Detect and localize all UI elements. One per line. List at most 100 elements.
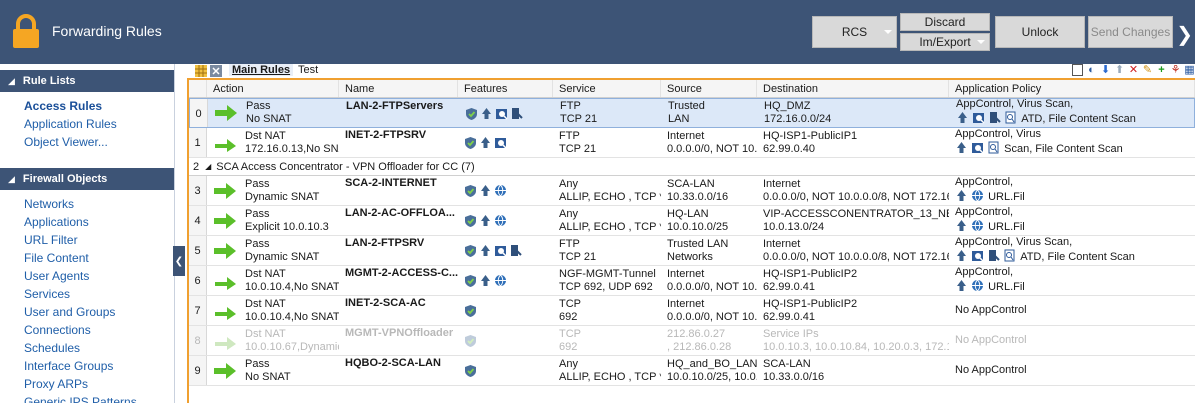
grid-icon[interactable] <box>195 65 207 77</box>
shield-check-icon <box>465 305 476 317</box>
source-networks: , 212.86.0.28 <box>667 340 732 353</box>
tab-main-rules[interactable]: Main Rules <box>229 64 294 76</box>
sidebar-item-connections[interactable]: Connections <box>0 321 174 339</box>
table-row[interactable]: 6 Dst NAT 10.0.10.4,No SNAT MGMT-2-ACCES… <box>189 266 1195 296</box>
sidebar-item-access-rules[interactable]: Access Rules <box>0 97 174 115</box>
action-arrow-icon <box>214 242 236 259</box>
grid-header-row: Action Name Features Service Source Dest… <box>189 80 1195 98</box>
sidebar-item-application-rules[interactable]: Application Rules <box>0 115 174 133</box>
sidebar-item-generic-ips-patterns[interactable]: Generic IPS Patterns <box>0 393 174 403</box>
imexport-dropdown-icon[interactable] <box>977 40 985 44</box>
action-nat: 10.0.10.67,Dynamic... <box>245 340 339 353</box>
service-ports: 692 <box>559 340 578 353</box>
group-label: SCA Access Concentrator - VPN Offloader … <box>216 160 475 173</box>
table-row[interactable]: 5 Pass Dynamic SNAT LAN-2-FTPSRV FTP TCP… <box>189 236 1195 266</box>
table-row[interactable]: 8 Dst NAT 10.0.10.67,Dynamic... MGMT-VPN… <box>189 326 1195 356</box>
rcs-dropdown-icon[interactable] <box>884 30 892 34</box>
header-name[interactable]: Name <box>339 80 458 97</box>
group-row[interactable]: 2 ◢ SCA Access Concentrator - VPN Offloa… <box>189 158 1195 176</box>
application-policy-cell: AppControl, URL.Fil <box>949 176 1189 205</box>
edit-icon[interactable]: ✎ <box>1142 64 1153 76</box>
imexport-label: Im/Export <box>919 35 971 49</box>
sidebar-item-services[interactable]: Services <box>0 285 174 303</box>
sidebar-item-schedules[interactable]: Schedules <box>0 339 174 357</box>
header-application-policy[interactable]: Application Policy <box>949 80 1195 97</box>
action-arrow-icon <box>214 182 236 199</box>
table-row[interactable]: 1 Dst NAT 172.16.0.13,No SNAT INET-2-FTP… <box>189 128 1195 158</box>
table-row[interactable]: 7 Dst NAT 10.0.10.4,No SNAT INET-2-SCA-A… <box>189 296 1195 326</box>
ips-icon <box>957 189 966 201</box>
action-cell: Pass No SNAT <box>208 99 340 127</box>
rule-tools-icon[interactable]: ⚘ <box>1170 64 1181 76</box>
service-ports: TCP 21 <box>559 250 597 263</box>
sidebar-item-object-viewer[interactable]: Object Viewer... <box>0 133 174 151</box>
action-nat: Dynamic SNAT <box>245 250 320 263</box>
send-changes-button[interactable]: Send Changes <box>1088 16 1173 48</box>
sidebar-item-proxy-arps[interactable]: Proxy ARPs <box>0 375 174 393</box>
rule-name: LAN-2-FTPSRV <box>345 237 425 249</box>
header-source[interactable]: Source <box>661 80 757 97</box>
table-row[interactable]: 9 Pass No SNAT HQBO-2-SCA-LAN Any ALLIP,… <box>189 356 1195 386</box>
close-icon[interactable] <box>210 65 222 77</box>
row-index: 4 <box>189 206 207 235</box>
sidebar-item-file-content[interactable]: File Content <box>0 249 174 267</box>
sidebar-collapse-icon[interactable]: ❮ <box>173 246 185 276</box>
list-view-icon[interactable] <box>1072 64 1083 76</box>
row-index: 9 <box>189 356 207 385</box>
source-cell: SCA-LAN 10.33.0.0/16 <box>661 176 757 205</box>
destination-networks: 10.0.10.3, 10.0.10.84, 10.20.0.3, 172.16… <box>763 340 949 353</box>
header-features[interactable]: Features <box>458 80 553 97</box>
columns-icon[interactable]: ▦ <box>1184 64 1195 76</box>
discard-button[interactable]: Discard <box>900 13 990 31</box>
table-row[interactable]: 0 Pass No SNAT LAN-2-FTPServers FTP TCP … <box>189 98 1195 128</box>
features-cell <box>458 176 553 205</box>
service-ports: TCP 692, UDP 692 <box>559 280 653 293</box>
action-cell: Dst NAT 10.0.10.4,No SNAT <box>207 296 339 325</box>
unlock-button[interactable]: Unlock <box>995 16 1085 48</box>
firewall-objects-header[interactable]: ◢ Firewall Objects <box>0 168 174 190</box>
sidebar: ◢ Rule Lists Access Rules Application Ru… <box>0 64 175 403</box>
rules-after-group: 3 Pass Dynamic SNAT SCA-2-INTERNET Any A… <box>189 176 1195 386</box>
table-row[interactable]: 4 Pass Explicit 10.0.10.3 LAN-2-AC-OFFLO… <box>189 206 1195 236</box>
source-cell: Internet 0.0.0.0/0, NOT 10.... <box>661 128 757 157</box>
header-action[interactable]: Action <box>207 80 339 97</box>
sidebar-item-user-agents[interactable]: User Agents <box>0 267 174 285</box>
rule-lists-header[interactable]: ◢ Rule Lists <box>0 70 174 92</box>
delete-icon[interactable]: ✕ <box>1128 64 1139 76</box>
app-policy-line1: AppControl, <box>955 206 1014 218</box>
destination-cell: HQ-ISP1-PublicIP2 62.99.0.41 <box>757 266 949 295</box>
header-destination[interactable]: Destination <box>757 80 949 97</box>
app-policy-text: ATD, File Content Scan <box>1020 250 1135 263</box>
destination-cell: Internet 0.0.0.0/0, NOT 10.0.0.0/8, NOT … <box>757 176 949 205</box>
shield-check-icon <box>465 185 476 197</box>
service-cell: FTP TCP 21 <box>553 128 661 157</box>
source-name: Trusted <box>668 100 705 112</box>
chevron-right-icon[interactable]: ❯ <box>1176 22 1193 47</box>
atd-icon <box>990 112 1001 123</box>
header-service[interactable]: Service <box>553 80 661 97</box>
add-icon[interactable]: + <box>1156 64 1167 76</box>
move-up-icon[interactable]: ⬆ <box>1114 64 1125 76</box>
expand-triangle-icon[interactable]: ◢ <box>205 162 211 171</box>
sidebar-item-applications[interactable]: Applications <box>0 213 174 231</box>
rcs-button[interactable]: RCS <box>812 16 897 48</box>
move-down-icon[interactable]: ⬇ <box>1100 64 1111 76</box>
service-name: Any <box>559 177 578 190</box>
sidebar-item-networks[interactable]: Networks <box>0 195 174 213</box>
app-policy-text: URL.Fil <box>988 190 1025 203</box>
app-policy-line2: URL.Fil <box>955 189 1189 206</box>
sidebar-item-url-filter[interactable]: URL Filter <box>0 231 174 249</box>
action-cell: Pass Dynamic SNAT <box>207 236 339 265</box>
action-nat: Dynamic SNAT <box>245 190 320 203</box>
filter-icon[interactable]: ◐ <box>1086 64 1097 76</box>
rule-name: MGMT-VPNOffloader <box>345 327 454 339</box>
destination-name: Service IPs <box>763 327 819 340</box>
source-networks: LAN <box>668 113 690 125</box>
rule-name: LAN-2-AC-OFFLOA... <box>345 207 455 219</box>
sidebar-item-interface-groups[interactable]: Interface Groups <box>0 357 174 375</box>
application-policy-cell: AppControl, Virus Scan, ATD, File Conten… <box>949 236 1189 265</box>
sidebar-item-user-and-groups[interactable]: User and Groups <box>0 303 174 321</box>
tab-test[interactable]: Test <box>298 64 318 76</box>
table-row[interactable]: 3 Pass Dynamic SNAT SCA-2-INTERNET Any A… <box>189 176 1195 206</box>
imexport-button[interactable]: Im/Export <box>900 33 990 51</box>
